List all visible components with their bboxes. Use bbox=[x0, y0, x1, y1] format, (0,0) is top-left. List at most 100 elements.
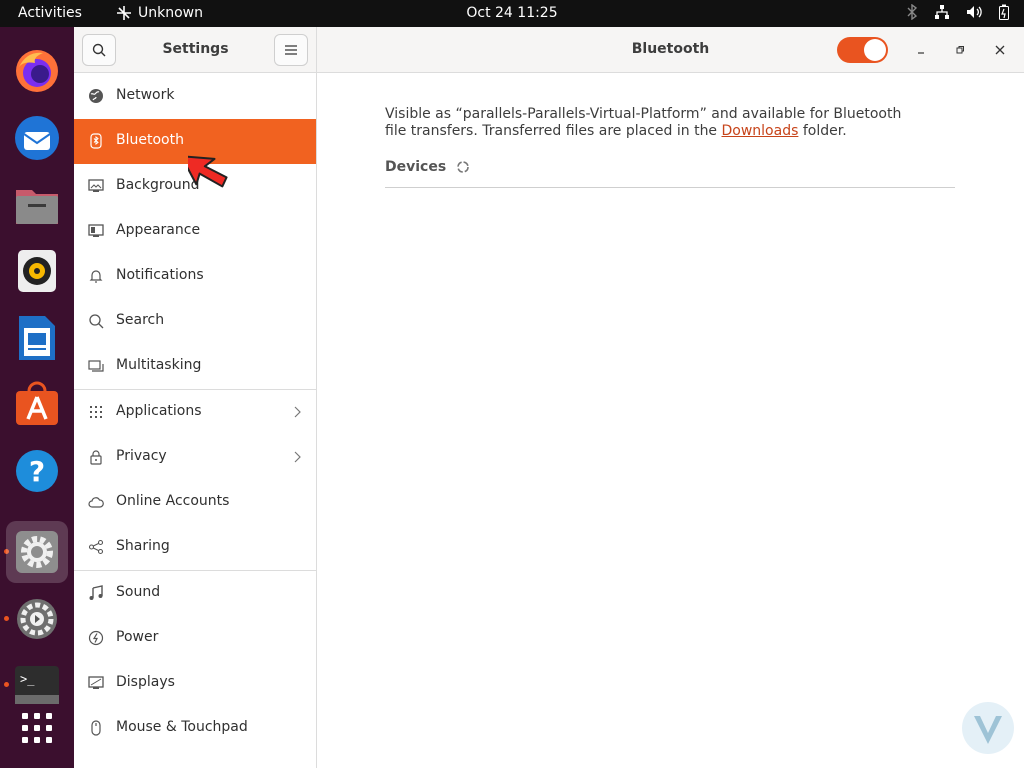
app-menu[interactable]: Unknown bbox=[116, 5, 203, 21]
help-icon: ? bbox=[16, 450, 58, 492]
sidebar-item-multitasking[interactable]: Multitasking bbox=[74, 344, 316, 389]
app-menu-label: Unknown bbox=[138, 5, 203, 21]
bell-icon bbox=[89, 270, 103, 283]
power-icon bbox=[88, 630, 104, 646]
app-grid-icon bbox=[22, 713, 52, 743]
sidebar-item-label: Search bbox=[116, 312, 165, 328]
activities-button[interactable]: Activities bbox=[18, 5, 82, 21]
sidebar-item-mouse-touchpad[interactable]: Mouse & Touchpad bbox=[74, 706, 316, 751]
multitasking-icon bbox=[88, 360, 104, 372]
svg-text:>_: >_ bbox=[20, 672, 35, 686]
svg-text:?: ? bbox=[29, 455, 45, 488]
network-tray-icon bbox=[935, 5, 949, 19]
music-note-icon bbox=[89, 585, 103, 600]
annotation-arrow-icon bbox=[188, 155, 228, 188]
share-icon bbox=[88, 539, 104, 555]
search-icon bbox=[89, 314, 104, 329]
sidebar-item-sound[interactable]: Sound bbox=[74, 571, 316, 616]
bluetooth-toggle[interactable] bbox=[837, 37, 888, 63]
top-bar: Activities Unknown Oct 24 11:25 bbox=[0, 0, 1024, 27]
sidebar-item-label: Mouse & Touchpad bbox=[116, 719, 248, 735]
volume-tray-icon bbox=[967, 6, 982, 18]
sidebar-item-label: Multitasking bbox=[116, 357, 202, 373]
description-text-end: folder. bbox=[798, 123, 847, 139]
sidebar-item-label: Notifications bbox=[116, 267, 204, 283]
help-launcher[interactable]: ? bbox=[6, 440, 68, 502]
sidebar-item-label: Sound bbox=[116, 584, 161, 600]
sidebar-item-label: Displays bbox=[116, 674, 175, 690]
settings-alt-launcher[interactable] bbox=[6, 588, 68, 650]
sidebar-item-label: Bluetooth bbox=[116, 132, 184, 148]
sidebar-item-search[interactable]: Search bbox=[74, 299, 316, 344]
minimize-button[interactable] bbox=[910, 39, 932, 61]
sidebar-item-appearance[interactable]: Appearance bbox=[74, 209, 316, 254]
devices-divider bbox=[385, 187, 955, 188]
sidebar-item-sharing[interactable]: Sharing bbox=[74, 525, 316, 570]
sidebar-item-label: Sharing bbox=[116, 538, 170, 554]
sidebar-item-power[interactable]: Power bbox=[74, 616, 316, 661]
display-icon bbox=[88, 676, 104, 689]
chevron-right-icon bbox=[294, 451, 301, 463]
settings-icon bbox=[16, 531, 58, 573]
sidebar-item-label: Power bbox=[116, 629, 159, 645]
writer-launcher[interactable] bbox=[6, 307, 68, 369]
background-icon bbox=[88, 179, 104, 192]
clock[interactable]: Oct 24 11:25 bbox=[466, 5, 557, 21]
sidebar-item-label: Online Accounts bbox=[116, 493, 230, 509]
sidebar-item-label: Applications bbox=[116, 403, 202, 419]
sidebar-item-displays[interactable]: Displays bbox=[74, 661, 316, 706]
sidebar-item-online-accounts[interactable]: Online Accounts bbox=[74, 480, 316, 525]
settings-launcher[interactable] bbox=[6, 521, 68, 583]
battery-tray-icon bbox=[999, 4, 1009, 20]
minimize-icon bbox=[918, 52, 924, 54]
thunderbird-icon bbox=[15, 116, 59, 160]
files-icon bbox=[16, 190, 58, 224]
sidebar-header: Settings bbox=[74, 27, 317, 73]
close-button[interactable] bbox=[989, 39, 1011, 61]
downloads-link[interactable]: Downloads bbox=[722, 123, 799, 139]
sidebar-item-applications[interactable]: Applications bbox=[74, 390, 316, 435]
bluetooth-description: Visible as “parallels-Parallels-Virtual-… bbox=[385, 106, 925, 140]
sidebar-item-label: Privacy bbox=[116, 448, 167, 464]
restore-icon bbox=[956, 46, 964, 54]
app-grid-launcher[interactable] bbox=[6, 697, 68, 759]
toggle-knob bbox=[864, 39, 886, 61]
hamburger-icon bbox=[285, 45, 297, 55]
thunderbird-launcher[interactable] bbox=[6, 107, 68, 169]
rhythmbox-launcher[interactable] bbox=[6, 240, 68, 302]
devices-heading: Devices bbox=[385, 159, 447, 175]
sidebar-item-privacy[interactable]: Privacy bbox=[74, 435, 316, 480]
sidebar-item-network[interactable]: Network bbox=[74, 74, 316, 119]
mouse-icon bbox=[91, 720, 101, 736]
appearance-icon bbox=[88, 224, 104, 237]
settings-window: Settings Bluetooth Network Bluetooth Bac… bbox=[74, 27, 1024, 768]
sidebar-item-label: Network bbox=[116, 87, 175, 103]
bluetooth-panel: Visible as “parallels-Parallels-Virtual-… bbox=[317, 73, 1024, 768]
sidebar-item-notifications[interactable]: Notifications bbox=[74, 254, 316, 299]
software-launcher[interactable] bbox=[6, 373, 68, 435]
settings-alt-icon bbox=[17, 599, 57, 639]
chevron-right-icon bbox=[294, 406, 301, 418]
system-tray[interactable] bbox=[906, 4, 1010, 20]
firefox-launcher[interactable] bbox=[6, 40, 68, 102]
network-icon bbox=[89, 89, 103, 103]
bluetooth-icon bbox=[90, 133, 102, 149]
cloud-icon bbox=[88, 497, 104, 508]
app-menu-icon bbox=[117, 6, 131, 20]
sidebar-item-label: Appearance bbox=[116, 222, 201, 238]
dock: ? >_ bbox=[0, 27, 74, 768]
close-icon bbox=[995, 45, 1005, 55]
content-header: Bluetooth bbox=[317, 27, 1024, 73]
maximize-button[interactable] bbox=[949, 39, 971, 61]
software-icon bbox=[16, 381, 58, 425]
grid-icon bbox=[90, 406, 102, 418]
spinner-icon bbox=[457, 161, 469, 173]
writer-icon bbox=[19, 316, 55, 360]
main-menu-button[interactable] bbox=[274, 34, 308, 66]
firefox-icon bbox=[16, 50, 58, 92]
files-launcher[interactable] bbox=[6, 174, 68, 236]
rhythmbox-icon bbox=[18, 250, 56, 292]
lock-icon bbox=[90, 450, 102, 465]
bluetooth-tray-icon bbox=[907, 4, 918, 20]
watermark-logo-icon bbox=[962, 702, 1014, 754]
